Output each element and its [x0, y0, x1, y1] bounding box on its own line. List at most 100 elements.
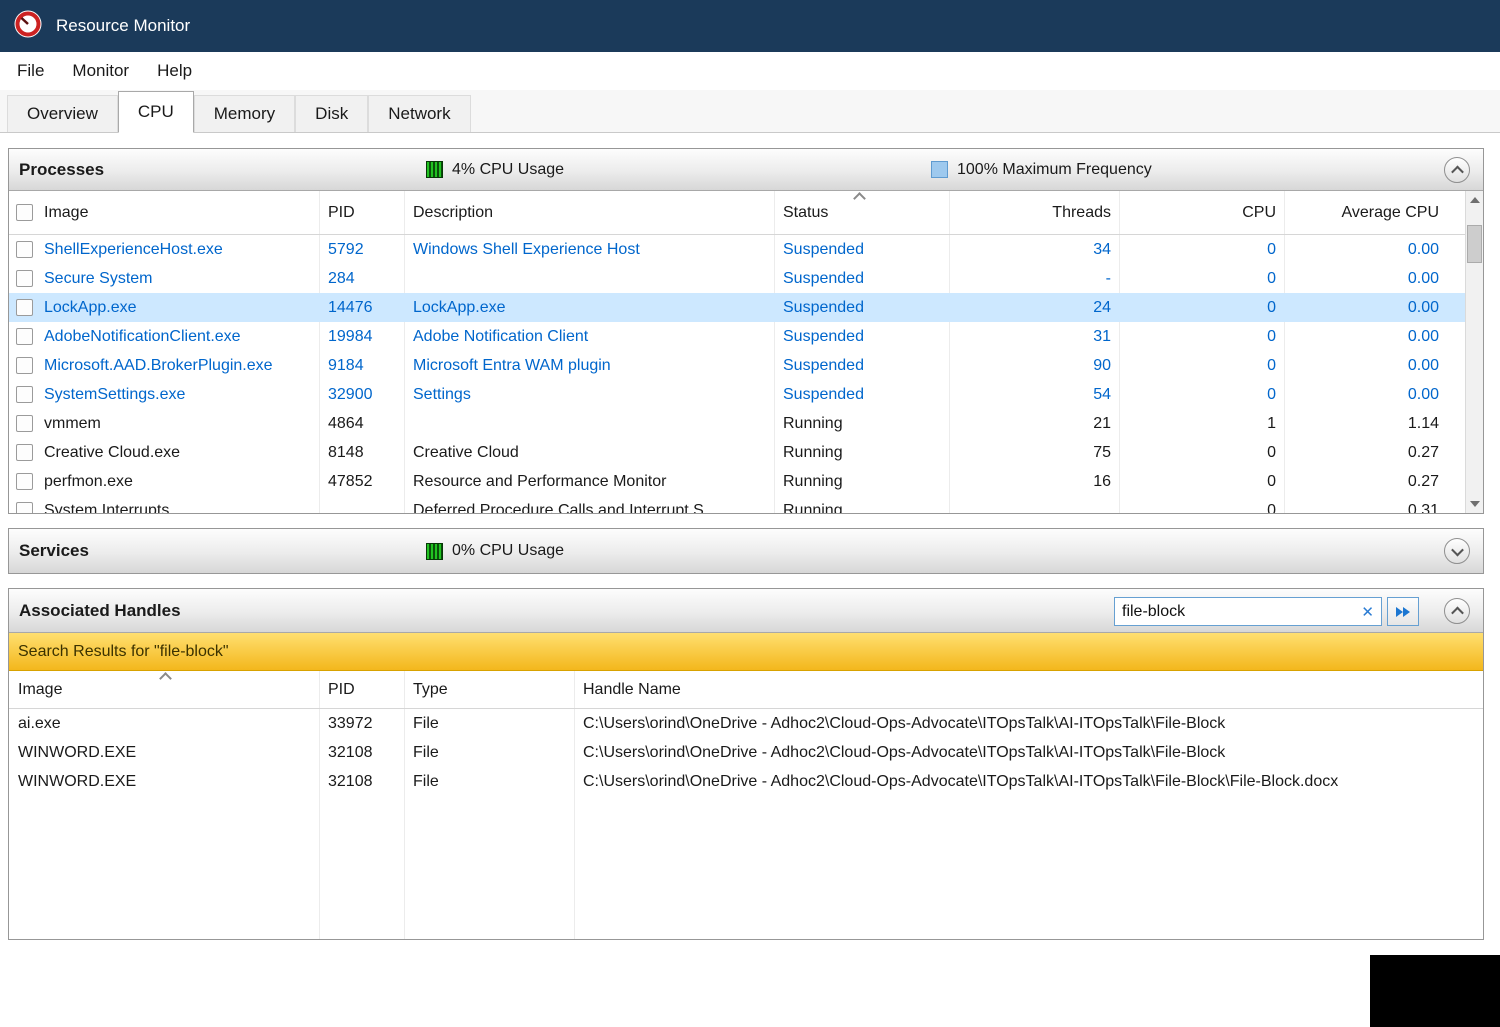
process-status: Running — [783, 501, 843, 514]
services-expand-button[interactable] — [1444, 538, 1470, 564]
process-row[interactable]: Creative Cloud.exe 8148 Creative Cloud R… — [9, 438, 1465, 467]
row-checkbox[interactable] — [16, 444, 33, 461]
process-pid: 32900 — [328, 385, 373, 403]
process-status: Suspended — [783, 356, 864, 374]
search-handles-button[interactable] — [1387, 597, 1419, 626]
process-row-selected[interactable]: LockApp.exe 14476 LockApp.exe Suspended … — [9, 293, 1465, 322]
process-row[interactable]: Secure System 284 Suspended - 0 0.00 — [9, 264, 1465, 293]
process-pid: 8148 — [328, 443, 364, 461]
row-checkbox[interactable] — [16, 357, 33, 374]
tab-cpu[interactable]: CPU — [117, 91, 194, 133]
menu-file[interactable]: File — [3, 55, 58, 87]
process-cpu: 0 — [1267, 443, 1276, 461]
services-cpu-usage-label: 0% CPU Usage — [452, 542, 565, 559]
column-header-type[interactable]: Type — [404, 681, 574, 699]
process-description: LockApp.exe — [413, 298, 506, 316]
cell-image: Microsoft.AAD.BrokerPlugin.exe — [9, 357, 319, 375]
row-checkbox[interactable] — [16, 299, 33, 316]
process-image: ShellExperienceHost.exe — [44, 240, 223, 258]
tab-memory[interactable]: Memory — [193, 95, 296, 132]
chevron-up-icon — [1450, 165, 1464, 178]
process-row[interactable]: ShellExperienceHost.exe 5792 Windows She… — [9, 235, 1465, 264]
handles-search-input[interactable] — [1122, 602, 1358, 621]
column-header-status[interactable]: Status — [774, 204, 949, 222]
handle-row[interactable]: WINWORD.EXE 32108 File C:\Users\orind\On… — [9, 767, 1483, 796]
tab-disk[interactable]: Disk — [295, 95, 369, 132]
process-cpu: 0 — [1267, 327, 1276, 345]
row-checkbox[interactable] — [16, 241, 33, 258]
cpu-usage-graph-icon — [426, 542, 443, 560]
process-threads: 54 — [1093, 385, 1111, 403]
column-header-pid[interactable]: PID — [319, 681, 404, 699]
process-threads: - — [1105, 269, 1111, 287]
cell-image: SystemSettings.exe — [9, 386, 319, 404]
process-row[interactable]: SystemSettings.exe 32900 Settings Suspen… — [9, 380, 1465, 409]
processes-collapse-button[interactable] — [1444, 157, 1470, 183]
process-status: Running — [783, 443, 843, 461]
process-threads: 16 — [1093, 472, 1111, 490]
handles-collapse-button[interactable] — [1444, 598, 1470, 624]
max-frequency-icon — [931, 161, 948, 178]
column-header-average-cpu[interactable]: Average CPU — [1284, 204, 1465, 222]
scrollbar-thumb[interactable] — [1467, 225, 1482, 263]
process-description: Adobe Notification Client — [413, 327, 589, 345]
cell-image: perfmon.exe — [9, 473, 319, 491]
clear-search-icon[interactable]: ✕ — [1357, 603, 1374, 621]
column-header-cpu[interactable]: CPU — [1119, 204, 1284, 222]
column-header-handle-name[interactable]: Handle Name — [574, 681, 1483, 699]
handle-type: File — [413, 772, 439, 790]
tab-network[interactable]: Network — [368, 95, 471, 132]
process-image: LockApp.exe — [44, 298, 137, 316]
handles-search-box[interactable]: ✕ — [1114, 597, 1382, 626]
process-row[interactable]: vmmem 4864 Running 21 1 1.14 — [9, 409, 1465, 438]
process-threads: 34 — [1093, 240, 1111, 258]
process-row[interactable]: AdobeNotificationClient.exe 19984 Adobe … — [9, 322, 1465, 351]
process-pid: 47852 — [328, 472, 373, 490]
process-row[interactable]: Microsoft.AAD.BrokerPlugin.exe 9184 Micr… — [9, 351, 1465, 380]
column-label-image: Image — [44, 203, 89, 221]
process-avg-cpu: 0.27 — [1407, 472, 1439, 490]
process-row-clipped[interactable]: System Interrupts Deferred Procedure Cal… — [9, 496, 1465, 514]
process-cpu: 0 — [1267, 298, 1276, 316]
tab-overview[interactable]: Overview — [7, 95, 118, 132]
column-header-pid[interactable]: PID — [319, 204, 404, 222]
row-checkbox[interactable] — [16, 415, 33, 432]
process-status: Suspended — [783, 298, 864, 316]
row-checkbox[interactable] — [16, 270, 33, 287]
processes-table: Image PID Description Status Threads CPU… — [9, 191, 1465, 514]
processes-column-headers: Image PID Description Status Threads CPU… — [9, 191, 1465, 235]
select-all-checkbox[interactable] — [16, 204, 33, 221]
services-section: Services 0% CPU Usage — [8, 528, 1484, 574]
chevron-down-icon — [1450, 543, 1464, 556]
cell-image: AdobeNotificationClient.exe — [9, 328, 319, 346]
menu-help[interactable]: Help — [143, 55, 206, 87]
process-image: Creative Cloud.exe — [44, 443, 181, 461]
column-header-image[interactable]: Image — [9, 204, 319, 222]
menu-monitor[interactable]: Monitor — [58, 55, 143, 87]
process-row[interactable]: perfmon.exe 47852 Resource and Performan… — [9, 467, 1465, 496]
process-image: AdobeNotificationClient.exe — [44, 327, 241, 345]
handle-row[interactable]: WINWORD.EXE 32108 File C:\Users\orind\On… — [9, 738, 1483, 767]
row-checkbox[interactable] — [16, 386, 33, 403]
vertical-scrollbar[interactable] — [1465, 191, 1483, 513]
services-header: Services 0% CPU Usage — [9, 529, 1483, 573]
cell-image: LockApp.exe — [9, 299, 319, 317]
process-cpu: 0 — [1267, 472, 1276, 490]
processes-title: Processes — [19, 159, 105, 179]
handle-name: C:\Users\orind\OneDrive - Adhoc2\Cloud-O… — [583, 714, 1226, 732]
window-title: Resource Monitor — [56, 16, 191, 35]
scroll-down-icon[interactable] — [1470, 501, 1480, 507]
tab-bar: Overview CPU Memory Disk Network — [0, 90, 1500, 133]
process-avg-cpu: 1.14 — [1407, 414, 1439, 432]
scroll-up-icon[interactable] — [1470, 197, 1480, 203]
handle-image: WINWORD.EXE — [18, 743, 137, 761]
row-checkbox[interactable] — [16, 328, 33, 345]
handle-row[interactable]: ai.exe 33972 File C:\Users\orind\OneDriv… — [9, 709, 1483, 738]
process-pid: 284 — [328, 269, 355, 287]
associated-handles-section: Associated Handles ✕ Search Results for … — [8, 588, 1484, 940]
row-checkbox[interactable] — [16, 473, 33, 490]
row-checkbox[interactable] — [16, 502, 33, 513]
column-header-description[interactable]: Description — [404, 204, 774, 222]
column-header-threads[interactable]: Threads — [949, 204, 1119, 222]
search-results-banner: Search Results for "file-block" — [9, 633, 1483, 671]
